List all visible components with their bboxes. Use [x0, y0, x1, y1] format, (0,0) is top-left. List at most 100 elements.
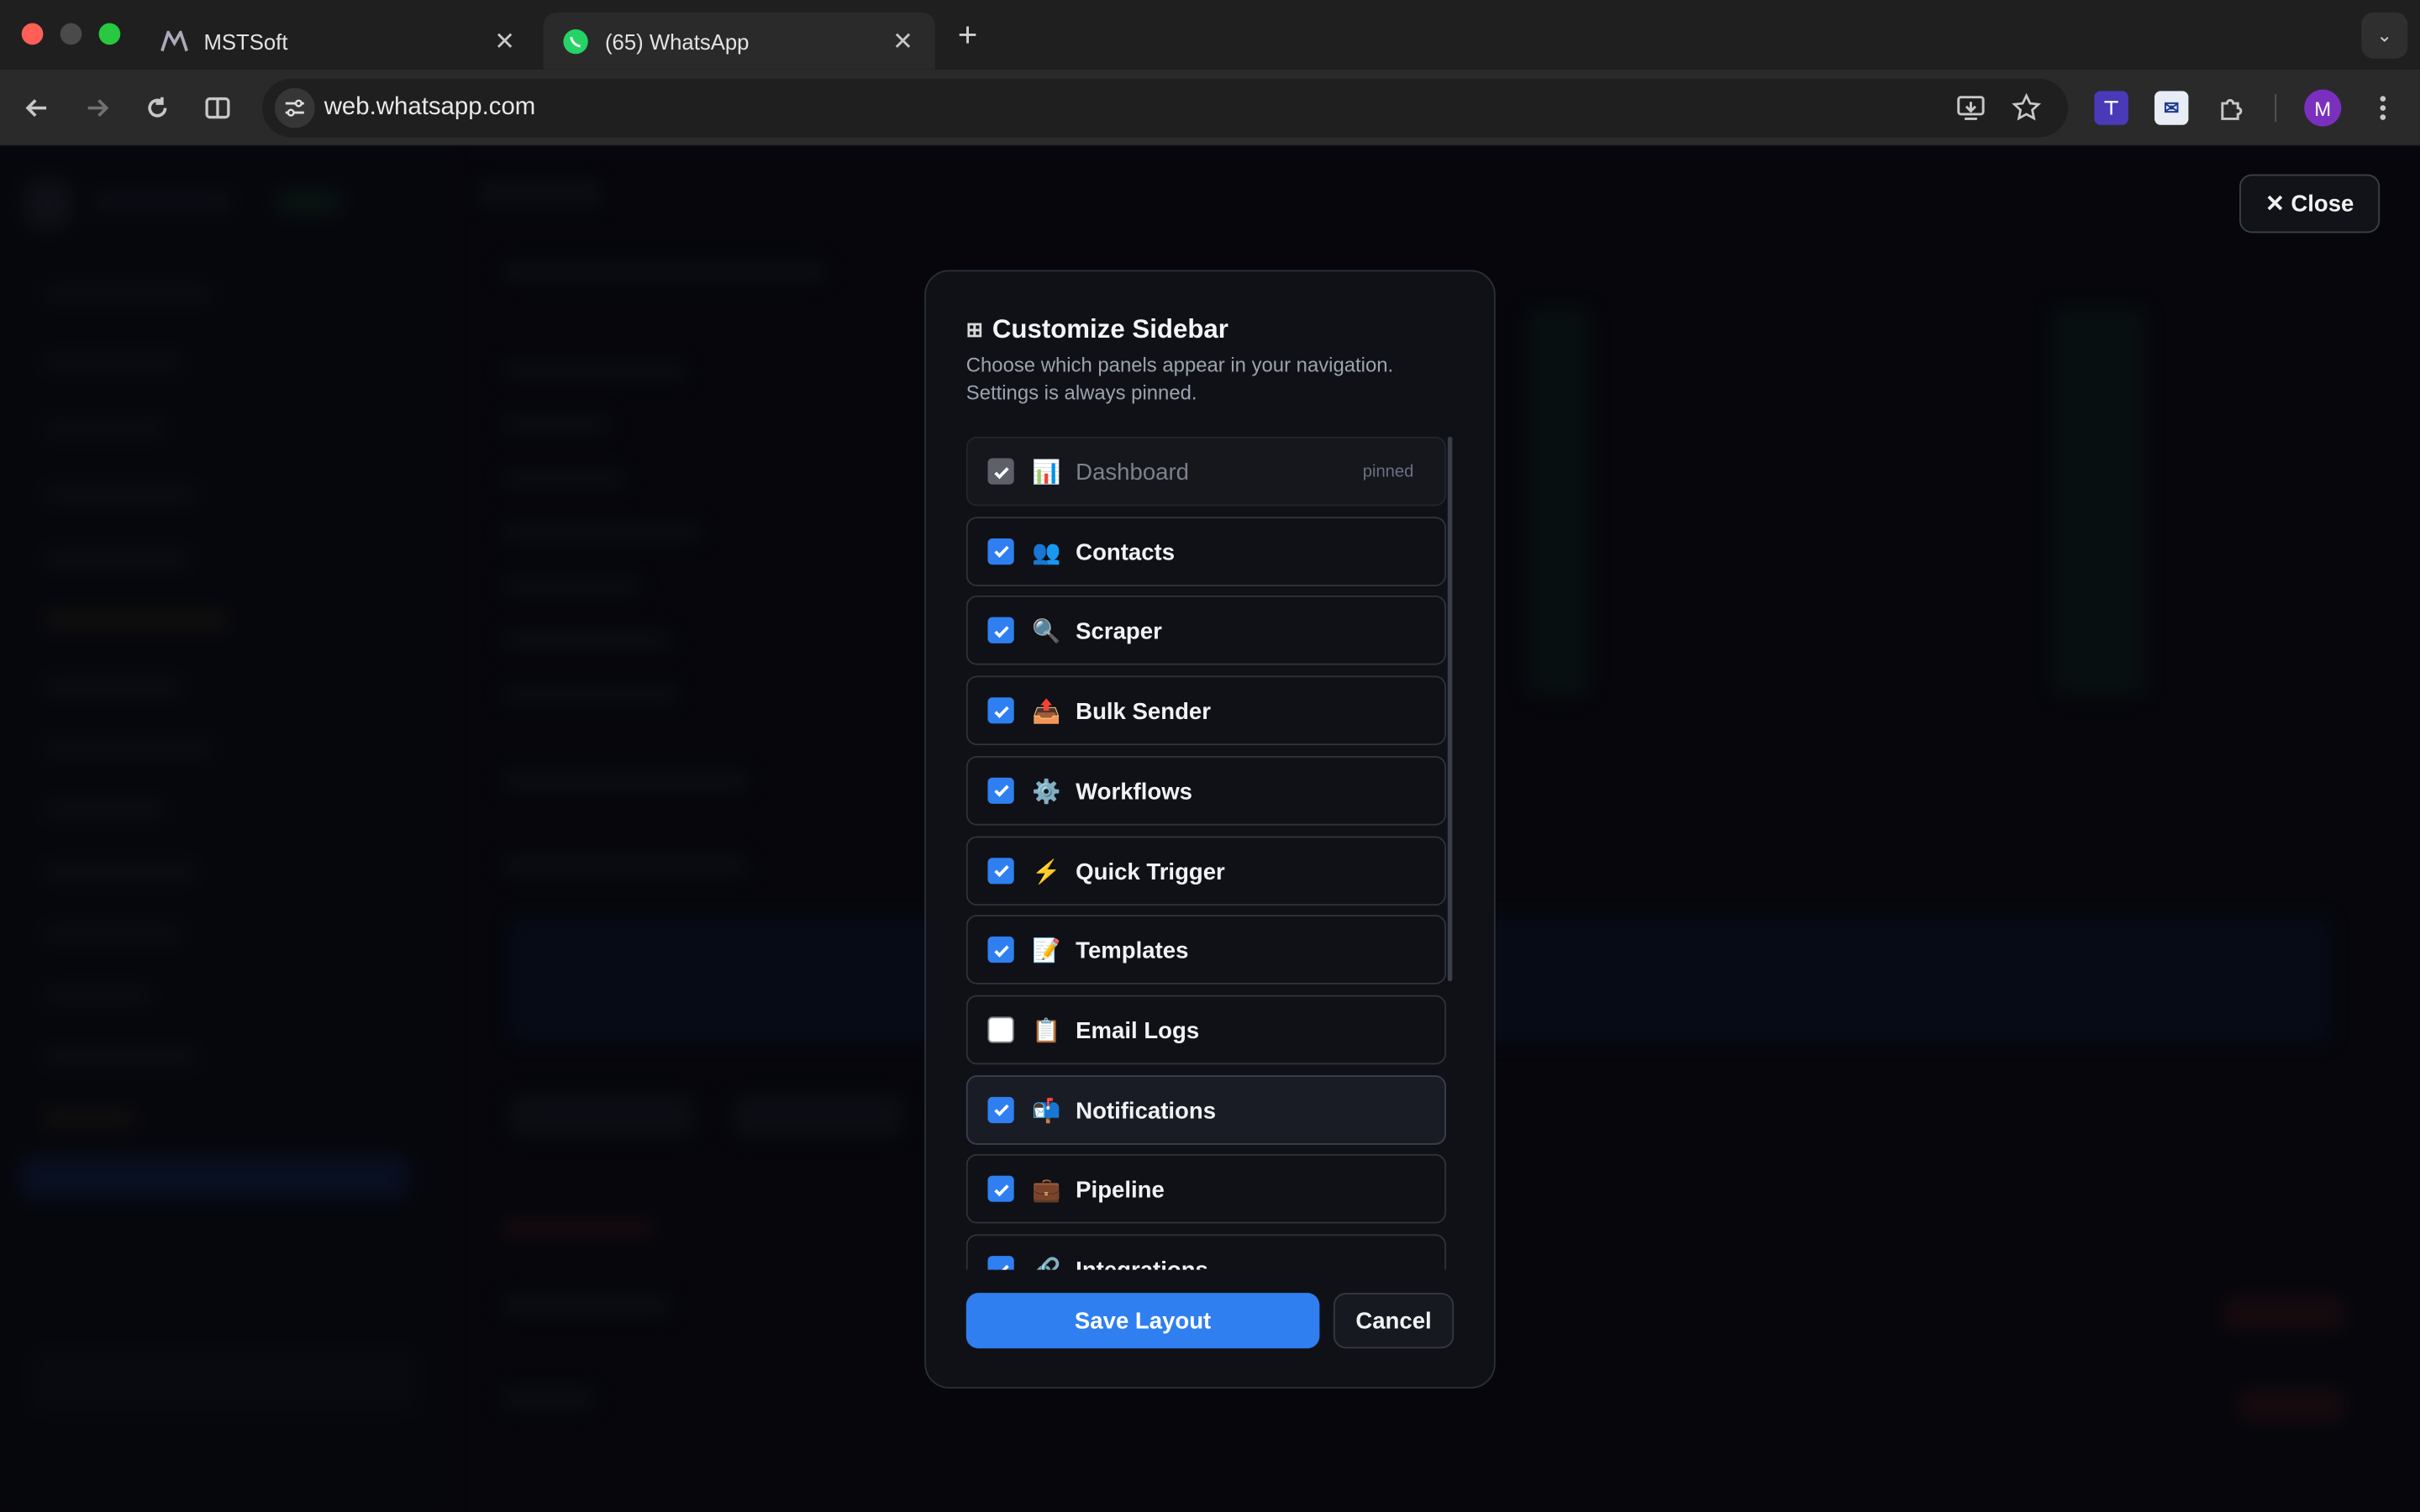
- panel-checkbox[interactable]: [987, 857, 1014, 884]
- window-zoom-button[interactable]: [98, 23, 121, 45]
- panel-checkbox[interactable]: [987, 538, 1014, 564]
- panel-emoji-icon: 📤: [1032, 699, 1061, 726]
- window-minimize-button[interactable]: [60, 23, 82, 45]
- panel-emoji-icon: 🔗: [1029, 1254, 1063, 1270]
- panel-checkbox[interactable]: [987, 1016, 1014, 1043]
- checkmark-icon: [993, 785, 1008, 798]
- forward-button[interactable]: [77, 88, 118, 129]
- arrow-right-icon: [87, 99, 109, 118]
- url-text[interactable]: web.whatsapp.com: [324, 94, 536, 122]
- panel-checkbox[interactable]: [987, 1176, 1014, 1203]
- extension-purple-icon[interactable]: ⊤: [2094, 91, 2128, 125]
- install-app-icon[interactable]: [1951, 88, 1991, 129]
- panel-item-templates[interactable]: 📝 Templates: [965, 915, 1446, 985]
- panel-item-label: Email Logs: [1076, 1018, 1200, 1045]
- chevron-down-icon: ⌄: [2376, 24, 2392, 47]
- whatsapp-icon: [562, 27, 590, 55]
- site-settings-icon[interactable]: [274, 87, 315, 129]
- toolbar-divider: [2275, 94, 2277, 123]
- panel-item-label: Contacts: [1076, 539, 1176, 566]
- close-icon[interactable]: ✕: [889, 27, 917, 55]
- panel-checkbox[interactable]: [987, 937, 1014, 963]
- back-button[interactable]: [17, 88, 57, 129]
- panel-list[interactable]: 📊 Dashboard pinned 👥 Contacts 🔍 Scraper 📤 Bulk S…: [965, 436, 1460, 1270]
- split-view-button[interactable]: [197, 88, 238, 129]
- browser-menu-button[interactable]: [2363, 88, 2403, 129]
- panel-item-label: Templates: [1076, 938, 1189, 965]
- panel-item-pipeline[interactable]: 💼 Pipeline: [965, 1154, 1446, 1225]
- panel-emoji-icon: 📊: [1032, 459, 1061, 486]
- cancel-button[interactable]: Cancel: [1333, 1293, 1455, 1349]
- pinned-badge: pinned: [1362, 463, 1414, 482]
- panel-emoji-icon: 🔍: [1032, 619, 1061, 646]
- tab-title: MSTSoft: [203, 28, 288, 54]
- window-close-button[interactable]: [21, 23, 44, 45]
- tab-search-button[interactable]: ⌄: [2361, 12, 2408, 59]
- checkmark-icon: [993, 626, 1008, 638]
- panel-checkbox[interactable]: [987, 1096, 1014, 1123]
- panel-item-workflows[interactable]: ⚙️ Workflows: [965, 755, 1446, 826]
- extensions-button[interactable]: [2212, 88, 2252, 129]
- panel-checkbox[interactable]: [987, 697, 1014, 724]
- modal-description: Choose which panels appear in your navig…: [965, 353, 1394, 405]
- checkmark-icon: [993, 865, 1008, 878]
- address-bar[interactable]: web.whatsapp.com: [262, 78, 2069, 138]
- reload-icon: [148, 97, 167, 118]
- panel-item-notifications[interactable]: 📬 Notifications: [965, 1074, 1446, 1145]
- panel-item-scraper[interactable]: 🔍 Scraper: [965, 596, 1446, 666]
- tab-title: (65) WhatsApp: [604, 28, 750, 54]
- panel-item-label: Bulk Sender: [1076, 699, 1211, 726]
- extension-envelope-icon[interactable]: ✉: [2154, 91, 2189, 125]
- mstsoft-logo-icon: [160, 27, 188, 55]
- puzzle-icon: [2221, 98, 2243, 120]
- checkmark-icon: [993, 706, 1008, 718]
- panel-emoji-icon: ⚡: [1032, 858, 1061, 885]
- panel-list-scrollbar[interactable]: [1447, 436, 1453, 982]
- panel-item-label: Scraper: [1076, 619, 1162, 646]
- bookmark-star-icon[interactable]: [2007, 88, 2047, 129]
- split-view-icon: [205, 97, 230, 119]
- checkmark-icon: [993, 466, 1008, 479]
- tab-mstsoft[interactable]: MSTSoft ✕: [142, 13, 537, 70]
- checkmark-icon: [993, 546, 1008, 559]
- panel-emoji-icon: 👥: [1032, 539, 1061, 566]
- reload-button[interactable]: [137, 88, 177, 129]
- checkmark-icon: [993, 1104, 1008, 1117]
- close-icon[interactable]: ✕: [491, 27, 518, 55]
- panel-item-label: Workflows: [1076, 779, 1192, 806]
- panel-item-label: Pipeline: [1076, 1177, 1165, 1205]
- modal-title-text: Customize Sidebar: [992, 314, 1228, 344]
- panel-emoji-icon: ⚙️: [1032, 779, 1061, 806]
- profile-avatar[interactable]: M: [2304, 89, 2342, 127]
- panel-emoji-icon: 📬: [1032, 1097, 1061, 1125]
- close-overlay-button[interactable]: ✕ Close: [2239, 174, 2381, 234]
- panel-emoji-icon: 📝: [1032, 938, 1061, 965]
- panel-item-label: Quick Trigger: [1076, 858, 1225, 885]
- panel-item-bulk-sender[interactable]: 📤 Bulk Sender: [965, 675, 1446, 746]
- panel-checkbox[interactable]: [987, 1256, 1014, 1270]
- panel-emoji-icon: 💼: [1032, 1177, 1061, 1205]
- customize-sidebar-modal: ⊞ Customize Sidebar Choose which panels …: [924, 270, 1496, 1389]
- checkmark-icon: [993, 1184, 1008, 1197]
- modal-title: ⊞ Customize Sidebar: [966, 315, 1228, 346]
- panel-item-contacts[interactable]: 👥 Contacts: [965, 516, 1446, 586]
- more-vertical-icon: [2380, 96, 2386, 120]
- new-tab-button[interactable]: +: [948, 15, 988, 55]
- panel-item-dashboard[interactable]: 📊 Dashboard pinned: [965, 436, 1446, 507]
- tab-strip: MSTSoft ✕ (65) WhatsApp ✕ + ⌄: [0, 0, 2420, 70]
- panel-item-email-logs[interactable]: 📋 Email Logs: [965, 995, 1446, 1065]
- close-overlay-label: Close: [2291, 190, 2354, 218]
- close-icon: ✕: [2265, 191, 2285, 218]
- panel-item-label: Dashboard: [1076, 459, 1189, 486]
- arrow-left-icon: [25, 99, 47, 118]
- panel-checkbox[interactable]: [987, 777, 1014, 804]
- panel-checkbox[interactable]: [987, 617, 1014, 644]
- panel-item-label: Notifications: [1076, 1097, 1217, 1125]
- panel-item-integrations[interactable]: 🔗 Integrations: [965, 1234, 1446, 1270]
- save-layout-button[interactable]: Save Layout: [965, 1293, 1320, 1349]
- panel-emoji-icon: 📋: [1032, 1018, 1061, 1045]
- checkmark-icon: [994, 1263, 1008, 1270]
- panel-item-label: Integrations: [1076, 1257, 1208, 1270]
- tab-whatsapp[interactable]: (65) WhatsApp ✕: [543, 12, 936, 70]
- panel-item-quick-trigger[interactable]: ⚡ Quick Trigger: [965, 835, 1446, 906]
